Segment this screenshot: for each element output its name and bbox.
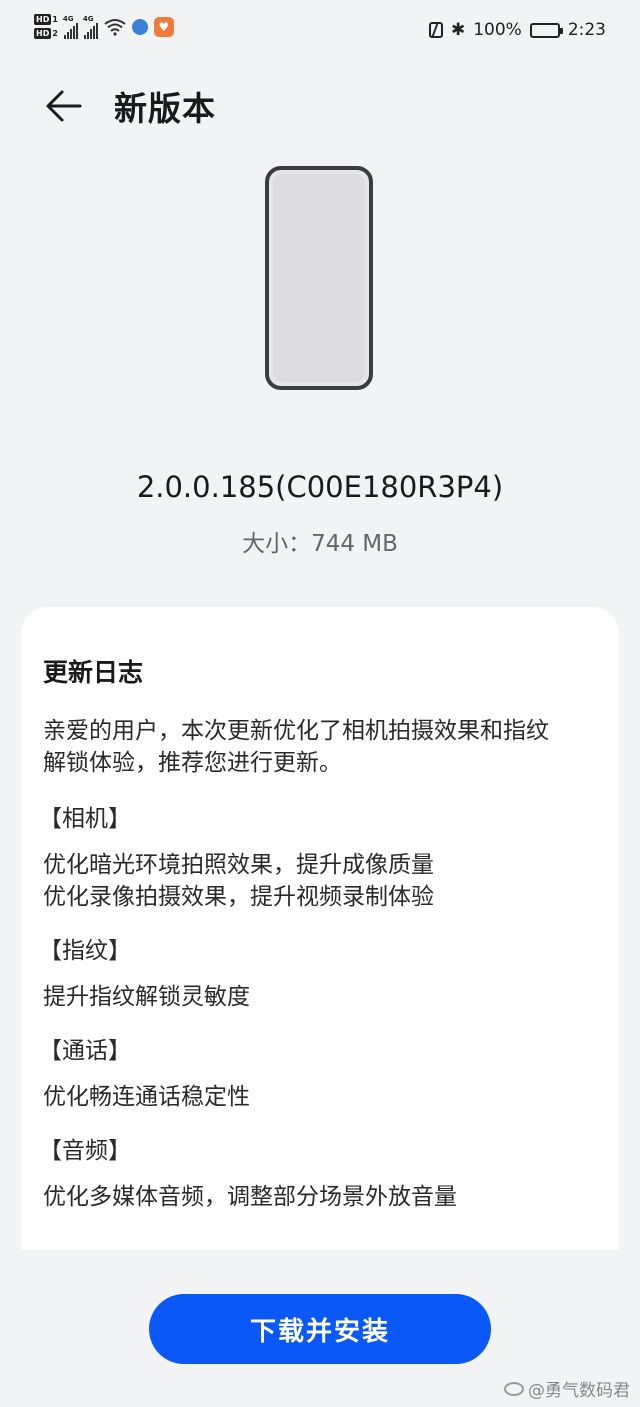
app-notification-icon [131,18,148,35]
status-left-icons: HD 1 HD 2 4G 4G ♥ [34,14,174,39]
section-line: 优化畅连通话稳定性 [43,1084,250,1110]
clock: 2:23 [567,20,606,40]
status-bar: HD 1 HD 2 4G 4G ♥ ✱ 100% 2:23 [0,0,640,64]
changelog-content: 亲爱的用户，本次更新优化了相机拍摄效果和指纹 解锁体验，推荐您进行更新。 【相机… [39,715,603,1235]
network-type-2: 4G [82,14,94,23]
version-number: 2.0.0.185(C00E180R3P4) [136,470,504,504]
download-install-button[interactable]: 下载并安装 [149,1294,491,1364]
section-fingerprint: 【指纹】 提升指纹解锁灵敏度 [39,935,603,1013]
section-line: 优化多媒体音频，调整部分场景外放音量 [43,1184,457,1210]
phone-illustration [265,166,373,390]
section-line: 提升指纹解锁灵敏度 [43,984,250,1010]
weibo-icon [504,1381,524,1396]
hd-2-label: HD [34,28,52,39]
network-type-1: 4G [62,14,74,23]
section-calls: 【通话】 优化畅连通话稳定性 [39,1035,603,1113]
section-line: 优化录像拍摄效果，提升视频录制体验 [43,884,434,910]
back-arrow-icon[interactable] [44,86,84,126]
signal-2-icon: 4G [82,14,98,39]
section-heading: 【通话】 [39,1038,131,1064]
changelog-card[interactable]: 更新日志 亲爱的用户，本次更新优化了相机拍摄效果和指纹 解锁体验，推荐您进行更新… [21,607,619,1250]
section-heading: 【音频】 [39,1138,131,1164]
wifi-icon [104,18,126,36]
hd-indicators: HD 1 HD 2 [34,14,58,39]
battery-icon [529,22,563,38]
page-title: 新版本 [114,89,216,128]
changelog-intro: 亲爱的用户，本次更新优化了相机拍摄效果和指纹 解锁体验，推荐您进行更新。 [43,715,603,779]
section-heading: 【指纹】 [39,938,131,964]
hd-2-indicator: HD 2 [34,28,58,39]
package-size: 大小：744 MB [242,531,398,557]
watermark-text: @勇气数码君 [528,1381,630,1401]
section-line: 优化暗光环境拍照效果，提升成像质量 [43,852,434,878]
section-audio: 【音频】 优化多媒体音频，调整部分场景外放音量 [39,1135,603,1213]
battery-percent: 100% [473,20,522,40]
nfc-icon [428,22,443,38]
watermark: @勇气数码君 [504,1376,630,1401]
hd-1-number: 1 [52,15,58,24]
signal-1-icon: 4G [62,14,78,39]
hd-1-indicator: HD 1 [34,14,58,25]
health-app-icon: ♥ [153,16,174,37]
section-heading: 【相机】 [39,806,131,832]
hd-2-number: 2 [52,29,58,38]
status-right-icons: ✱ 100% 2:23 [428,20,606,40]
bluetooth-icon: ✱ [450,20,466,40]
changelog-title: 更新日志 [43,658,144,687]
intro-line: 解锁体验，推荐您进行更新。 [43,750,342,776]
app-header: 新版本 [0,76,640,136]
intro-line: 亲爱的用户，本次更新优化了相机拍摄效果和指纹 [43,718,549,744]
section-camera: 【相机】 优化暗光环境拍照效果，提升成像质量 优化录像拍摄效果，提升视频录制体验 [39,803,603,913]
hd-1-label: HD [34,14,52,25]
phone-screen [273,174,365,382]
